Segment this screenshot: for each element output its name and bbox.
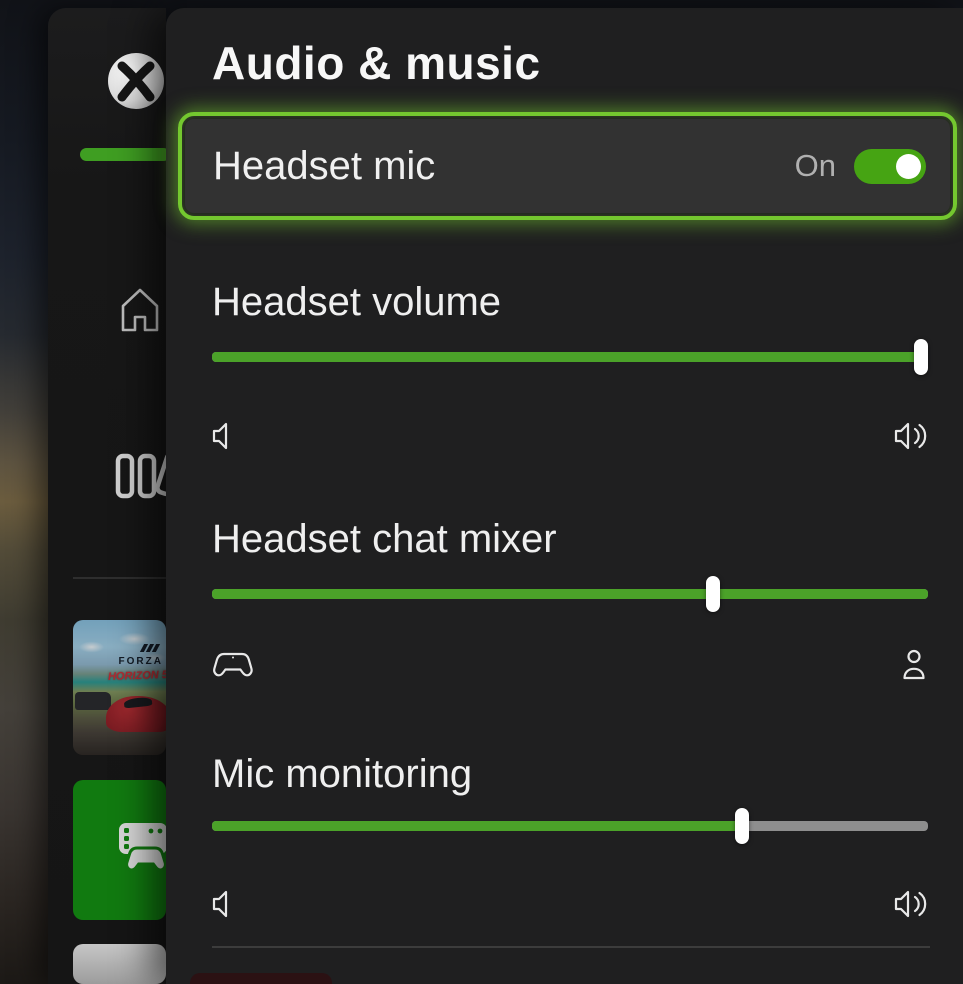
- slider-track[interactable]: [212, 821, 928, 831]
- slider-track[interactable]: [212, 352, 928, 362]
- headset-volume-slider[interactable]: [212, 339, 928, 375]
- speaker-loud-icon: [894, 889, 928, 919]
- xbox-logo-icon[interactable]: [107, 52, 165, 110]
- tile-partial-bottom[interactable]: [73, 944, 166, 984]
- headset-volume-icon-row: [212, 416, 928, 456]
- headset-mic-row-inner: Headset mic On: [185, 119, 950, 213]
- mic-monitoring-icon-row: [212, 884, 928, 924]
- person-icon: [900, 648, 928, 682]
- multitask-panels-icon[interactable]: [115, 453, 166, 499]
- mic-monitoring-slider-thumb[interactable]: [735, 808, 749, 844]
- slider-track[interactable]: [212, 589, 928, 599]
- sidebar-divider: [73, 577, 166, 579]
- mic-monitoring-slider[interactable]: [212, 808, 928, 844]
- headset-volume-label: Headset volume: [212, 280, 501, 325]
- headset-mic-row[interactable]: Headset mic On: [178, 112, 957, 220]
- home-icon[interactable]: [116, 285, 164, 337]
- tile-media-app[interactable]: [73, 780, 166, 920]
- headset-mic-toggle-group: On: [795, 148, 926, 184]
- slider-fill: [212, 821, 742, 831]
- guide-sidebar: FORZA HORIZON 5: [48, 8, 166, 984]
- tile-forza-horizon-5[interactable]: FORZA HORIZON 5: [73, 620, 166, 755]
- selected-tab-indicator: [80, 148, 166, 161]
- mic-monitoring-label: Mic monitoring: [212, 752, 472, 797]
- slider-fill: [212, 589, 928, 599]
- forza-logo-icon: [142, 644, 158, 652]
- audio-music-panel: Audio & music Headset mic On Headset vol…: [166, 8, 963, 984]
- game-controller-icon: [212, 650, 254, 680]
- xbox-guide-screen: FORZA HORIZON 5 Audio & music Headset mi…: [0, 0, 963, 984]
- forza-art-windshield: [124, 697, 153, 709]
- headset-chat-mixer-slider[interactable]: [212, 576, 928, 612]
- headset-mic-toggle[interactable]: [854, 149, 926, 184]
- headset-volume-slider-thumb[interactable]: [914, 339, 928, 375]
- speaker-quiet-icon: [212, 421, 228, 451]
- speaker-loud-icon: [894, 421, 928, 451]
- forza-tile-title: FORZA: [119, 656, 163, 667]
- filmstrip-controller-icon: [115, 820, 166, 878]
- panel-title: Audio & music: [212, 36, 541, 90]
- slider-fill: [212, 352, 921, 362]
- forza-tile-subtitle: HORIZON 5: [108, 669, 166, 683]
- partial-bottom-element: [190, 973, 332, 984]
- headset-mic-state-label: On: [795, 148, 836, 184]
- headset-mic-label: Headset mic: [213, 144, 435, 189]
- headset-chat-mixer-slider-thumb[interactable]: [706, 576, 720, 612]
- headset-chat-mixer-icon-row: [212, 644, 928, 686]
- speaker-quiet-icon: [212, 889, 228, 919]
- headset-chat-mixer-label: Headset chat mixer: [212, 517, 557, 562]
- forza-art-dark-car: [75, 692, 111, 710]
- section-divider: [212, 946, 930, 948]
- forza-art-red-car: [106, 696, 166, 732]
- toggle-knob: [896, 154, 921, 179]
